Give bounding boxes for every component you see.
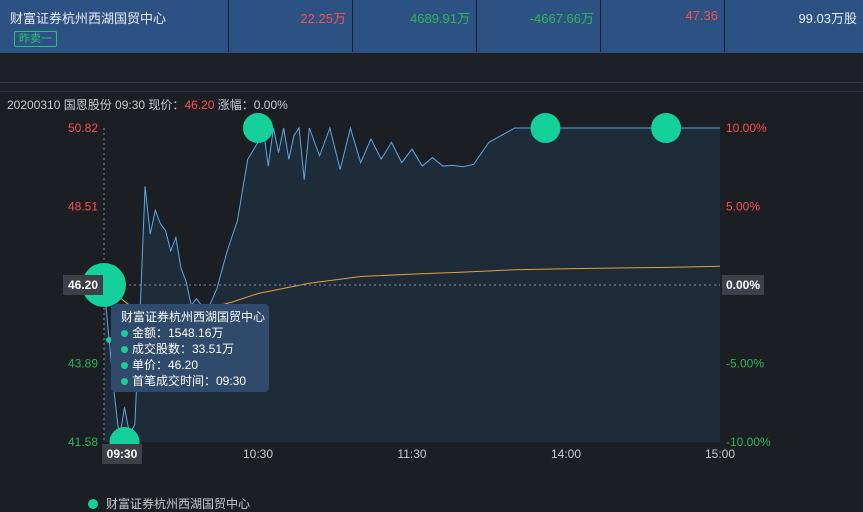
tooltip-title: 财富证券杭州西湖国贸中心: [121, 310, 266, 324]
legend[interactable]: 财富证券杭州西湖国贸中心: [88, 495, 250, 512]
y-tick-left: 43.89: [68, 357, 98, 371]
y-tick-right: 10.00%: [726, 121, 767, 135]
crosshair-price-label: 46.20: [68, 278, 98, 292]
tooltip-shares: 成交股数：33.51万: [121, 341, 269, 357]
x-tick: 10:30: [243, 447, 273, 461]
y-tick-left: 50.82: [68, 121, 98, 135]
intraday-chart[interactable]: 50.8248.5143.8941.5810.00%5.00%-5.00%-10…: [0, 0, 863, 511]
crosshair-time-label: 09:30: [107, 447, 138, 461]
legend-label: 财富证券杭州西湖国贸中心: [106, 497, 251, 511]
price-area: [104, 128, 720, 442]
trade-marker: [530, 113, 561, 143]
x-tick: 15:00: [705, 447, 735, 461]
trade-marker: [651, 113, 682, 143]
crosshair-pct-label: 0.00%: [726, 278, 760, 292]
x-tick: 11:30: [397, 447, 426, 461]
x-tick: 14:00: [551, 447, 581, 461]
y-tick-left: 41.58: [68, 435, 98, 449]
trade-marker: [243, 113, 273, 143]
tooltip-unit-price: 单价：46.20: [121, 357, 269, 373]
y-tick-right: 5.00%: [726, 200, 760, 214]
tooltip-amount: 金额：1548.16万: [121, 325, 269, 341]
y-tick-left: 48.51: [68, 200, 98, 214]
tooltip-first-time: 首笔成交时间：09:30: [121, 373, 269, 389]
y-tick-right: -5.00%: [726, 357, 764, 371]
tooltip: 财富证券杭州西湖国贸中心 金额：1548.16万 成交股数：33.51万 单价：…: [111, 304, 269, 392]
legend-dot-icon: [88, 499, 98, 509]
